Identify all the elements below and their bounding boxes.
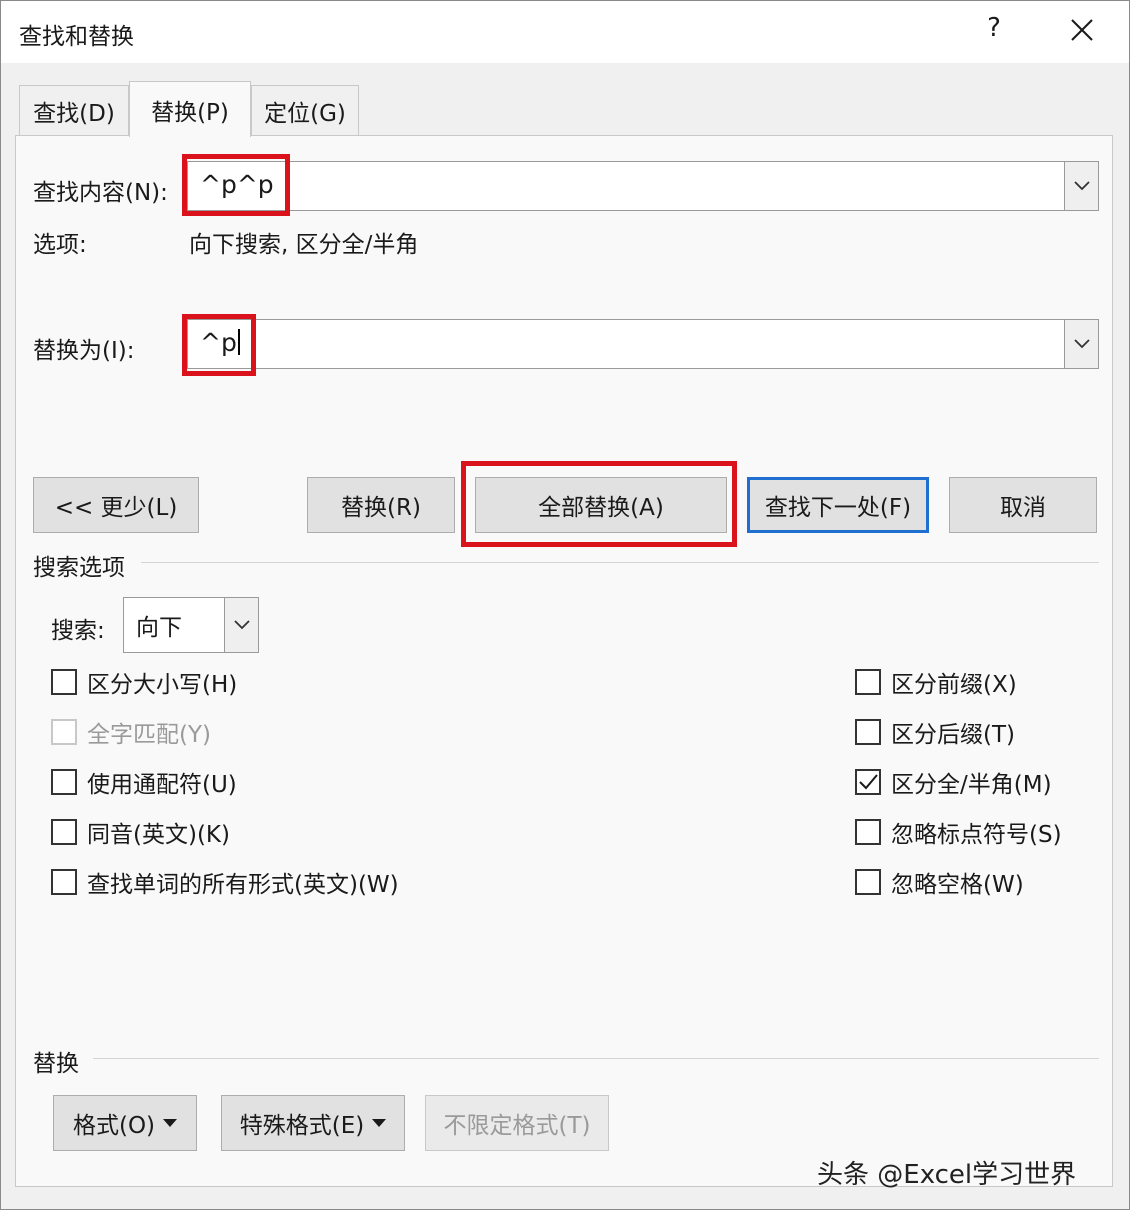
wildcards-option[interactable]: 使用通配符(U) — [51, 765, 237, 799]
checkbox-label: 区分后缀(T) — [891, 722, 1015, 748]
help-button[interactable]: ? — [981, 13, 1007, 49]
replace-section-heading: 替换 — [33, 1051, 79, 1077]
section-divider — [141, 562, 1099, 563]
replace-highlight-box — [182, 314, 256, 376]
special-format-button-label: 特殊格式(E) — [239, 1113, 365, 1139]
search-direction-value: 向下 — [136, 615, 182, 641]
checkbox-label: 区分大小写(H) — [87, 672, 238, 698]
checkbox[interactable] — [51, 819, 77, 845]
replace-label: 替换为(I): — [33, 338, 135, 364]
replace-all-highlight-box — [461, 461, 737, 547]
find-label: 查找内容(N): — [33, 180, 168, 206]
checkbox[interactable] — [51, 869, 77, 895]
checkbox[interactable] — [855, 719, 881, 745]
checkbox[interactable] — [51, 769, 77, 795]
tab-replace[interactable]: 替换(P) — [129, 81, 251, 137]
checkbox-checked[interactable] — [855, 769, 881, 795]
match-prefix-option[interactable]: 区分前缀(X) — [855, 665, 1017, 699]
less-button[interactable]: << 更少(L) — [33, 477, 199, 533]
format-button[interactable]: 格式(O) — [53, 1095, 197, 1151]
find-combobox[interactable]: ^p^p — [187, 161, 1099, 211]
checkbox[interactable] — [855, 819, 881, 845]
ignore-whitespace-option[interactable]: 忽略空格(W) — [855, 865, 1024, 899]
options-label: 选项: — [33, 232, 87, 258]
chevron-down-icon — [233, 620, 250, 630]
checkbox[interactable] — [855, 869, 881, 895]
checkbox-label: 同音(英文)(K) — [87, 822, 230, 848]
replace-combobox[interactable]: ^p — [187, 319, 1099, 369]
whole-word-option: 全字匹配(Y) — [51, 715, 211, 749]
checkbox-label: 查找单词的所有形式(英文)(W) — [87, 872, 399, 898]
search-options-heading: 搜索选项 — [33, 555, 125, 581]
tab-find[interactable]: 查找(D) — [19, 85, 129, 135]
replace-tab-panel — [15, 135, 1113, 1187]
all-word-forms-option[interactable]: 查找单词的所有形式(英文)(W) — [51, 865, 399, 899]
checkbox-label: 忽略空格(W) — [891, 872, 1024, 898]
dropdown-arrow-icon — [372, 1119, 387, 1127]
title-bar: 查找和替换 ? — [1, 1, 1129, 63]
cancel-button[interactable]: 取消 — [949, 477, 1097, 533]
match-case-option[interactable]: 区分大小写(H) — [51, 665, 237, 699]
special-format-button[interactable]: 特殊格式(E) — [221, 1095, 405, 1151]
watermark-text: 头条 @Excel学习世界 — [817, 1160, 1077, 1190]
close-icon — [1071, 19, 1093, 41]
close-button[interactable] — [1061, 11, 1101, 51]
no-formatting-button: 不限定格式(T) — [425, 1095, 609, 1151]
search-direction-select[interactable]: 向下 — [123, 597, 259, 653]
checkbox-label: 全字匹配(Y) — [87, 722, 211, 748]
search-direction-dropdown[interactable] — [224, 598, 258, 652]
checkbox-label: 忽略标点符号(S) — [891, 822, 1062, 848]
sounds-like-option[interactable]: 同音(英文)(K) — [51, 815, 230, 849]
section-divider — [93, 1058, 1099, 1059]
find-highlight-box — [182, 154, 290, 216]
replace-dropdown-button[interactable] — [1064, 320, 1098, 368]
match-width-option[interactable]: 区分全/半角(M) — [855, 765, 1052, 799]
chevron-down-icon — [1073, 339, 1090, 349]
checkbox-label: 区分全/半角(M) — [891, 772, 1052, 798]
dialog-title: 查找和替换 — [19, 24, 134, 50]
checkmark-icon — [859, 774, 878, 790]
find-replace-dialog: 查找和替换 ? 查找(D) 定位(G) 替换(P) 查找内容(N): ^p^p … — [0, 0, 1130, 1210]
ignore-punctuation-option[interactable]: 忽略标点符号(S) — [855, 815, 1062, 849]
checkbox-label: 区分前缀(X) — [891, 672, 1017, 698]
dropdown-arrow-icon — [163, 1119, 178, 1127]
tab-goto[interactable]: 定位(G) — [251, 85, 359, 135]
match-suffix-option[interactable]: 区分后缀(T) — [855, 715, 1015, 749]
find-next-button[interactable]: 查找下一处(F) — [747, 477, 929, 533]
search-direction-label: 搜索: — [51, 618, 105, 644]
format-button-label: 格式(O) — [72, 1113, 156, 1139]
checkbox[interactable] — [855, 669, 881, 695]
find-dropdown-button[interactable] — [1064, 162, 1098, 210]
replace-button[interactable]: 替换(R) — [307, 477, 455, 533]
checkbox-label: 使用通配符(U) — [87, 772, 237, 798]
checkbox[interactable] — [51, 669, 77, 695]
options-value: 向下搜索, 区分全/半角 — [189, 232, 419, 258]
chevron-down-icon — [1073, 181, 1090, 191]
checkbox — [51, 719, 77, 745]
